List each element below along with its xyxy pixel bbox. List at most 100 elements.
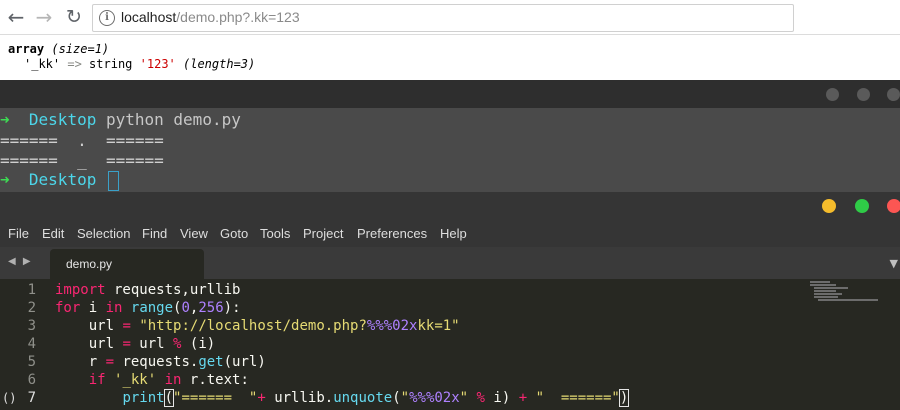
line-number: 4 — [27, 336, 36, 352]
line-number-active: 7 — [27, 390, 36, 406]
token-text: url — [130, 336, 174, 352]
editor-close-icon[interactable] — [887, 199, 900, 213]
token-function: unquote — [333, 390, 393, 406]
php-length: (length=3) — [183, 57, 256, 71]
token-string: kk=1" — [417, 318, 460, 334]
menu-project[interactable]: Project — [303, 226, 343, 241]
terminal-maximize-icon[interactable] — [857, 88, 870, 101]
terminal-prompt-line: ➜ Desktop python demo.py — [0, 110, 241, 130]
terminal-titlebar — [0, 80, 900, 108]
token-keyword: in — [105, 300, 123, 316]
token-keyword: if — [55, 372, 106, 388]
token-string: " — [459, 390, 469, 406]
editor-minimize-icon[interactable] — [822, 199, 836, 213]
php-output: array (size=1) '_kk' => string '123' (le… — [8, 42, 255, 72]
menu-file[interactable]: File — [8, 226, 29, 241]
token-number: 0 — [181, 300, 190, 316]
menu-tools[interactable]: Tools — [260, 226, 290, 241]
menu-view[interactable]: View — [180, 226, 208, 241]
token-text: r — [55, 354, 106, 370]
token-text: r.text: — [181, 372, 249, 388]
prompt-arrow-icon: ➜ — [0, 110, 10, 129]
token-text: (url) — [223, 354, 266, 370]
menu-help[interactable]: Help — [440, 226, 467, 241]
token-string: "====== " — [173, 390, 258, 406]
minimap[interactable] — [808, 279, 888, 309]
url-text[interactable]: localhost/demo.php?.kk=123 — [121, 9, 300, 25]
browser-toolbar: ← → ↻ i localhost/demo.php?.kk=123 — [0, 0, 900, 35]
back-arrow-icon[interactable]: ← — [4, 5, 28, 29]
tab-nav-arrows-icon[interactable]: ◀ ▶ — [8, 256, 33, 267]
code-line: if '_kk' in r.text: — [55, 371, 249, 389]
code-line: r = requests.get(url) — [55, 353, 266, 371]
tab-bar: ◀ ▶ demo.py ▼ — [0, 247, 900, 279]
code-line: url = "http://localhost/demo.php?%%%02xk… — [55, 317, 460, 335]
token-string: "http://localhost/demo.php? — [139, 318, 367, 334]
token-keyword: import — [55, 282, 106, 298]
token-text: (i) — [181, 336, 216, 352]
info-icon[interactable]: i — [99, 10, 115, 26]
terminal-prompt-line-2: ➜ Desktop — [0, 170, 119, 191]
token-builtin: range — [130, 300, 174, 316]
terminal-close-icon[interactable] — [887, 88, 900, 101]
menu-goto[interactable]: Goto — [220, 226, 248, 241]
token-text: requests,urllib — [105, 282, 241, 298]
token-operator: % — [476, 390, 485, 406]
code-editor[interactable]: 1 2 3 4 5 6 () 7 import requests,urllib … — [0, 279, 900, 410]
php-arrow: => — [67, 57, 82, 71]
editor-titlebar — [0, 192, 900, 220]
menu-selection[interactable]: Selection — [77, 226, 130, 241]
token-string: " ======" — [535, 390, 620, 406]
url-host: localhost — [121, 9, 177, 25]
line-number: 1 — [27, 282, 36, 298]
token-function: get — [198, 354, 224, 370]
php-key: '_kk' — [24, 57, 61, 71]
prompt-dir: Desktop — [28, 170, 97, 189]
token-string: '_kk' — [114, 372, 157, 388]
reload-icon[interactable]: ↻ — [62, 5, 86, 29]
address-bar[interactable]: i localhost/demo.php?.kk=123 — [92, 4, 794, 32]
token-operator: = — [122, 318, 131, 334]
tab-label: demo.py — [66, 257, 113, 271]
prompt-arrow-icon: ➜ — [0, 170, 10, 189]
code-line: url = url % (i) — [55, 335, 215, 353]
token-text: url — [55, 318, 123, 334]
line-number: 3 — [27, 318, 36, 334]
token-string: " — [400, 390, 410, 406]
menu-edit[interactable]: Edit — [42, 226, 64, 241]
token-text: i) — [484, 390, 519, 406]
menu-bar: File Edit Selection Find View Goto Tools… — [0, 220, 900, 247]
menu-preferences[interactable]: Preferences — [357, 226, 427, 241]
token-text: ): — [223, 300, 241, 316]
code-line-active: print("====== "+ urllib.unquote("%%%02x"… — [55, 389, 630, 407]
editor-maximize-icon[interactable] — [855, 199, 869, 213]
menu-find[interactable]: Find — [142, 226, 167, 241]
tab-dropdown-icon[interactable]: ▼ — [890, 257, 898, 270]
php-line-1: array (size=1) — [8, 42, 255, 57]
terminal-body[interactable]: ➜ Desktop python demo.py ====== . ======… — [0, 108, 900, 192]
php-size: (size=1) — [51, 42, 110, 56]
token-keyword: in — [164, 372, 182, 388]
terminal-window: ➜ Desktop python demo.py ====== . ======… — [0, 80, 900, 192]
bracket-match: ) — [618, 389, 630, 407]
terminal-minimize-icon[interactable] — [826, 88, 839, 101]
tab-demo-py[interactable]: demo.py — [50, 249, 204, 279]
line-number: 6 — [27, 372, 36, 388]
editor-window: File Edit Selection Find View Goto Tools… — [0, 192, 900, 410]
line-number: 5 — [27, 354, 36, 370]
token-builtin: print — [122, 390, 165, 406]
php-line-2: '_kk' => string '123' (length=3) — [8, 57, 255, 72]
token-operator: + — [257, 390, 266, 406]
token-operator: + — [518, 390, 528, 406]
token-operator: = — [122, 336, 131, 352]
terminal-command: python demo.py — [105, 110, 241, 129]
token-text: url — [55, 336, 123, 352]
php-value: '123' — [139, 57, 176, 71]
forward-arrow-icon[interactable]: → — [32, 5, 56, 29]
token-text: i — [80, 300, 106, 316]
